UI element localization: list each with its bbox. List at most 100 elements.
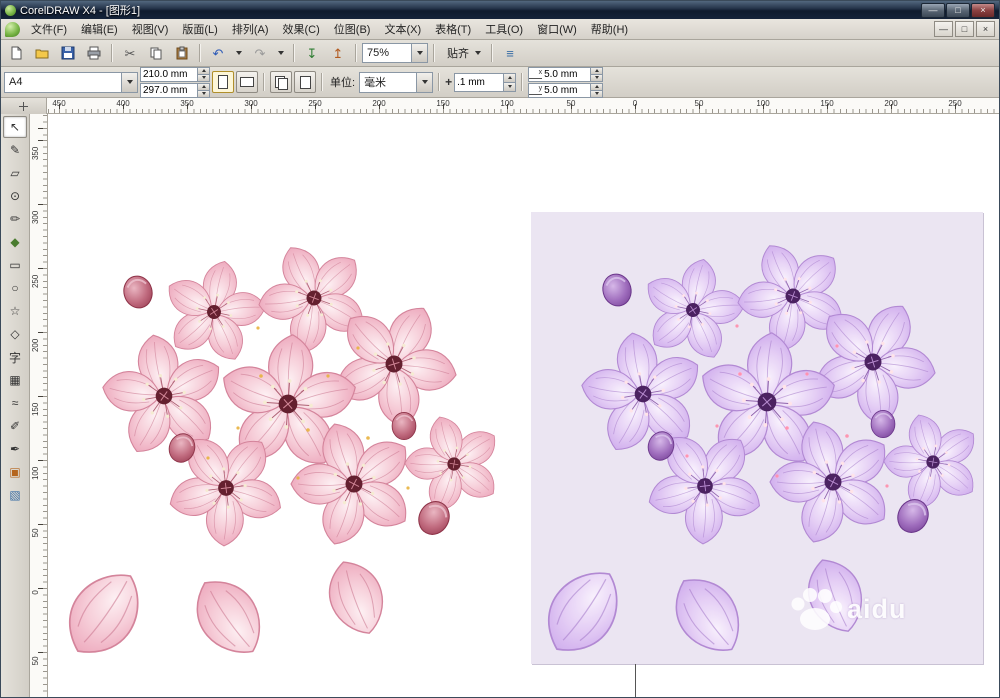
eyedropper-tool-icon[interactable]: ✐	[3, 415, 27, 437]
paper-height-input[interactable]	[141, 85, 197, 96]
duplicate-distance-x-input[interactable]	[542, 69, 590, 80]
snap-to-button[interactable]: 贴齐	[440, 41, 486, 65]
toolbar-separator	[355, 44, 357, 62]
ruler-origin-button[interactable]	[1, 98, 47, 115]
smart-fill-tool-icon[interactable]: ◆	[3, 231, 27, 253]
redo-button[interactable]: ↷	[248, 41, 272, 65]
open-folder-icon	[35, 46, 49, 60]
nudge-offset-field[interactable]	[454, 73, 516, 92]
menu-item-edit[interactable]: 编辑(E)	[74, 19, 125, 39]
new-button[interactable]	[4, 41, 28, 65]
redo-dropdown-button[interactable]	[274, 41, 288, 65]
purple-blossom-artwork[interactable]	[535, 224, 985, 674]
duplicate-distance-y-input[interactable]	[542, 85, 590, 96]
ruler-origin-icon	[19, 102, 28, 111]
close-button[interactable]: ×	[971, 3, 995, 18]
horizontal-ruler-number: 400	[116, 99, 129, 108]
toolbar-separator	[521, 73, 523, 91]
zoom-level-combobox[interactable]: 75%	[362, 43, 428, 63]
spinner-down-icon	[202, 76, 206, 79]
all-pages-button[interactable]	[270, 71, 292, 93]
menu-item-view[interactable]: 视图(V)	[125, 19, 176, 39]
portrait-orientation-button[interactable]	[212, 71, 234, 93]
menu-item-text[interactable]: 文本(X)	[377, 19, 428, 39]
landscape-orientation-button[interactable]	[236, 71, 258, 93]
duplicate-distance-x-field[interactable]: x	[528, 67, 603, 82]
zoom-dropdown-button[interactable]	[411, 44, 427, 62]
toolbar-separator	[321, 73, 323, 91]
duplicate-distance-y-field[interactable]: y	[528, 83, 603, 98]
open-button[interactable]	[30, 41, 54, 65]
pink-blossom-artwork[interactable]	[56, 226, 506, 676]
document-restore-button[interactable]: □	[955, 21, 974, 37]
paper-width-input[interactable]	[141, 69, 197, 80]
print-button[interactable]	[82, 41, 106, 65]
menu-item-tools[interactable]: 工具(O)	[478, 19, 530, 39]
toolbar-separator	[438, 73, 440, 91]
zoom-tool-icon[interactable]: ⊙	[3, 185, 27, 207]
duplicate-x-spinner[interactable]	[590, 68, 602, 81]
dropdown-arrow-icon	[278, 51, 284, 55]
current-page-button[interactable]	[294, 71, 316, 93]
undo-dropdown-button[interactable]	[232, 41, 246, 65]
menu-item-table[interactable]: 表格(T)	[428, 19, 478, 39]
rectangle-tool-icon[interactable]: ▭	[3, 254, 27, 276]
units-dropdown-button[interactable]	[416, 73, 432, 92]
text-tool-icon[interactable]: 字	[3, 346, 27, 368]
horizontal-ruler[interactable]: 4504003503002502001501005005010015020025…	[47, 98, 999, 114]
minimize-icon: —	[929, 6, 938, 15]
menu-item-file[interactable]: 文件(F)	[24, 19, 74, 39]
minimize-button[interactable]: —	[921, 3, 945, 18]
pick-tool-icon[interactable]: ↖	[3, 116, 27, 138]
horizontal-ruler-number: 200	[372, 99, 385, 108]
menu-item-effects[interactable]: 效果(C)	[276, 19, 327, 39]
blend-tool-icon[interactable]: ≈	[3, 392, 27, 414]
paper-width-field[interactable]	[140, 67, 210, 82]
freehand-tool-icon[interactable]: ✏	[3, 208, 27, 230]
nudge-spinner[interactable]	[503, 74, 515, 91]
canvas[interactable]: aidu	[48, 114, 999, 698]
ellipse-tool-icon[interactable]: ○	[3, 277, 27, 299]
cut-button[interactable]: ✂	[118, 41, 142, 65]
paper-height-field[interactable]	[140, 83, 210, 98]
outline-tool-icon[interactable]: ✒	[3, 438, 27, 460]
basic-shapes-tool-icon[interactable]: ◇	[3, 323, 27, 345]
coreldraw-window: CorelDRAW X4 - [图形1] — □ × 文件(F)编辑(E)视图(…	[0, 0, 1000, 698]
paste-button[interactable]	[170, 41, 194, 65]
vertical-ruler[interactable]: 35030025020015010050050	[30, 114, 48, 698]
menu-item-window[interactable]: 窗口(W)	[530, 19, 584, 39]
all-pages-icon	[275, 76, 287, 88]
units-combobox[interactable]: 毫米	[359, 72, 433, 93]
paper-height-spinner[interactable]	[197, 84, 209, 97]
document-minimize-button[interactable]: —	[934, 21, 953, 37]
fill-tool-icon[interactable]: ▣	[3, 461, 27, 483]
paper-size-combobox[interactable]: A4	[4, 72, 138, 93]
spinner-up-icon	[508, 76, 512, 79]
table-tool-icon[interactable]: ▦	[3, 369, 27, 391]
interactive-fill-tool-icon[interactable]: ▧	[3, 484, 27, 506]
paper-width-spinner[interactable]	[197, 68, 209, 81]
copy-button[interactable]	[144, 41, 168, 65]
menu-item-arrange[interactable]: 排列(A)	[225, 19, 276, 39]
purple-artwork-panel[interactable]: aidu	[531, 212, 983, 664]
export-button[interactable]: ↥	[326, 41, 350, 65]
options-button[interactable]: ≡	[498, 41, 522, 65]
menu-item-layout[interactable]: 版面(L)	[175, 19, 224, 39]
menu-item-bitmaps[interactable]: 位图(B)	[327, 19, 378, 39]
undo-button[interactable]: ↶	[206, 41, 230, 65]
duplicate-y-spinner[interactable]	[590, 84, 602, 97]
import-button[interactable]: ↧	[300, 41, 324, 65]
nudge-offset-input[interactable]	[455, 77, 503, 88]
menu-item-help[interactable]: 帮助(H)	[584, 19, 635, 39]
maximize-button[interactable]: □	[946, 3, 970, 18]
coreldraw-logo-icon[interactable]	[5, 22, 20, 37]
save-button[interactable]	[56, 41, 80, 65]
crop-tool-icon[interactable]: ▱	[3, 162, 27, 184]
units-value: 毫米	[360, 74, 416, 90]
shape-tool-icon[interactable]: ✎	[3, 139, 27, 161]
polygon-tool-icon[interactable]: ☆	[3, 300, 27, 322]
horizontal-ruler-number: 150	[436, 99, 449, 108]
document-close-button[interactable]: ×	[976, 21, 995, 37]
duplicate-distance-y-icon: y	[529, 85, 542, 95]
paper-size-dropdown-button[interactable]	[121, 73, 137, 92]
